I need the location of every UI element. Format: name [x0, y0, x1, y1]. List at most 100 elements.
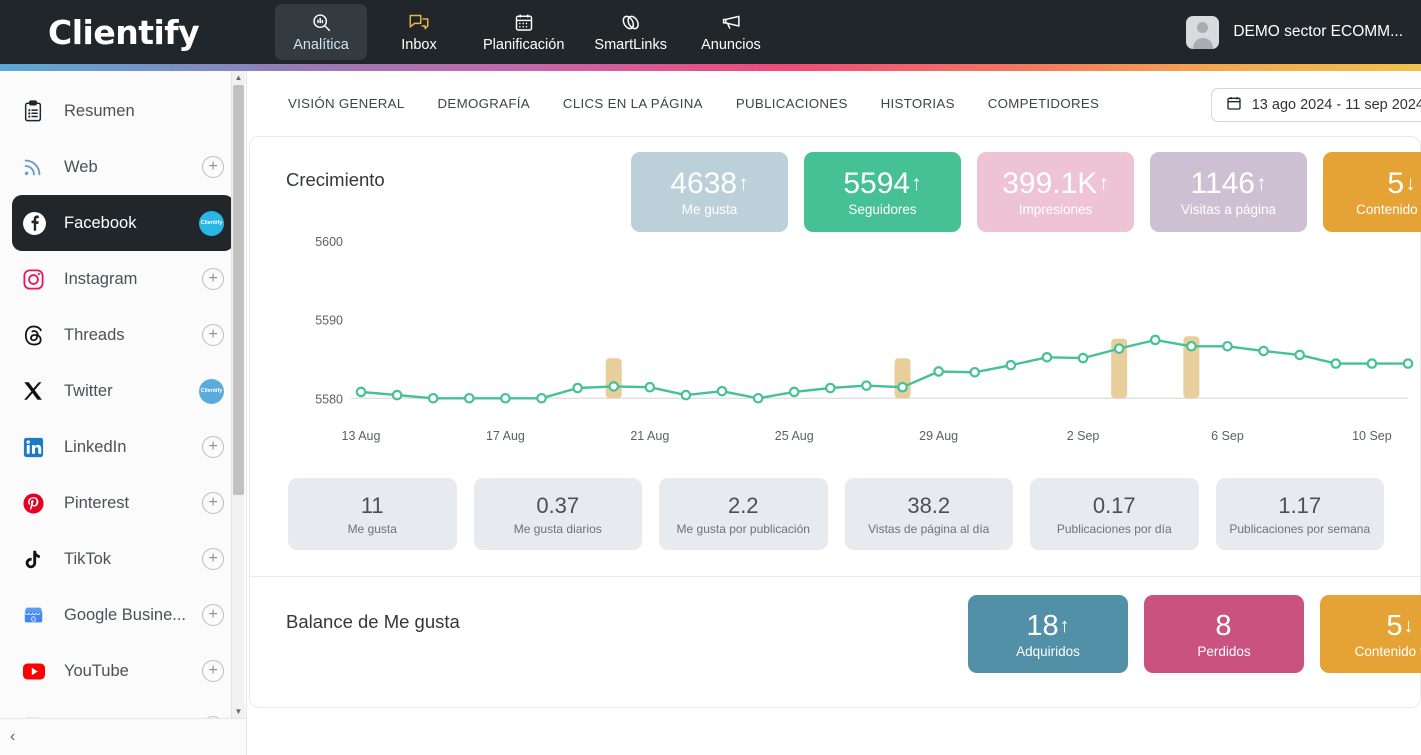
- add-threads-account-button[interactable]: +: [202, 324, 224, 346]
- kpi-label: Me gusta: [682, 202, 738, 217]
- sidebar-item-facebook[interactable]: Facebook Clientify: [12, 195, 234, 251]
- kpi-card-perdidos[interactable]: 8 Perdidos: [1144, 595, 1304, 673]
- kpi-value: 4638↑: [670, 167, 748, 201]
- add-web-account-button[interactable]: +: [202, 156, 224, 178]
- color-gradient-divider: [0, 64, 1421, 71]
- sidebar-item-threads[interactable]: Threads +: [12, 307, 234, 363]
- tab-demografia[interactable]: DEMOGRAFÍA: [438, 96, 530, 111]
- stat-card-me-gusta-por-publicacion: 2.2 Me gusta por publicación: [659, 478, 828, 550]
- add-linkedin-account-button[interactable]: +: [202, 436, 224, 458]
- sidebar-collapse-bar[interactable]: ‹: [0, 718, 247, 755]
- section-tabs: VISIÓN GENERAL DEMOGRAFÍA CLICS EN LA PÁ…: [247, 71, 1421, 136]
- analytics-magnifier-icon: [311, 12, 332, 34]
- svg-text:13 Aug: 13 Aug: [342, 429, 381, 443]
- sidebar-scrollbar[interactable]: ▲ ▼: [231, 71, 244, 718]
- sidebar-item-tiktok[interactable]: TikTok +: [12, 531, 234, 587]
- calendar-icon: [1226, 95, 1242, 115]
- analytics-panel: Crecimiento 4638↑ Me gusta 5594↑ Seguido…: [249, 136, 1421, 708]
- add-pinterest-account-button[interactable]: +: [202, 492, 224, 514]
- svg-text:17 Aug: 17 Aug: [486, 429, 525, 443]
- sidebar-item-label: Instagram: [64, 270, 202, 289]
- tab-publicaciones[interactable]: PUBLICACIONES: [736, 96, 848, 111]
- pinterest-icon: [22, 488, 58, 518]
- svg-text:5590: 5590: [315, 314, 343, 328]
- sidebar-item-pinterest[interactable]: Pinterest +: [12, 475, 234, 531]
- kpi-label: Visitas a página: [1181, 202, 1276, 217]
- nav-item-planificacion[interactable]: Planificación: [471, 4, 576, 60]
- sidebar-item-twitter[interactable]: Twitter Clientify: [12, 363, 234, 419]
- sidebar-item-label: Resumen: [64, 102, 224, 121]
- scroll-up-arrow-icon[interactable]: ▲: [232, 71, 245, 84]
- top-header-bar: Clientify Analítica Inbox: [0, 0, 1421, 64]
- date-range-picker[interactable]: 13 ago 2024 - 11 sep 2024: [1211, 88, 1421, 122]
- add-youtube-account-button[interactable]: +: [202, 660, 224, 682]
- sidebar-item-linkedin[interactable]: LinkedIn +: [12, 419, 234, 475]
- rss-icon: [22, 152, 58, 182]
- user-account-menu[interactable]: DEMO sector ECOMM...: [1186, 0, 1421, 64]
- sidebar-item-youtube[interactable]: YouTube +: [12, 643, 234, 699]
- sidebar-item-web[interactable]: Web +: [12, 139, 234, 195]
- svg-text:5600: 5600: [315, 235, 343, 249]
- calendar-icon: [514, 12, 534, 34]
- trend-up-arrow-icon: ↑: [738, 172, 749, 196]
- kpi-card-adquiridos[interactable]: 18↑ Adquiridos: [968, 595, 1128, 673]
- sidebar-item-label: Pinterest: [64, 494, 202, 513]
- google-business-icon: G: [22, 600, 58, 630]
- likes-balance-kpi-row: 18↑ Adquiridos 8 Perdidos 5↓ Contenido t…: [968, 595, 1421, 673]
- stat-label: Publicaciones por semana: [1229, 522, 1370, 536]
- main-content: VISIÓN GENERAL DEMOGRAFÍA CLICS EN LA PÁ…: [247, 71, 1421, 755]
- kpi-value: 5594↑: [843, 167, 921, 201]
- sidebar-item-resumen[interactable]: Resumen: [12, 83, 234, 139]
- sidebar-item-list: Resumen Web + Facebook C: [0, 71, 246, 718]
- nav-item-anuncios[interactable]: Anuncios: [685, 4, 777, 60]
- stat-label: Me gusta: [348, 522, 397, 536]
- growth-chart[interactable]: 55805590560013 Aug17 Aug21 Aug25 Aug29 A…: [286, 217, 1384, 452]
- sidebar-item-label: YouTube: [64, 662, 202, 681]
- sidebar-item-label: Twitter: [64, 382, 199, 401]
- kpi-label: Seguidores: [848, 202, 916, 217]
- sidebar-item-partial-next[interactable]: +: [12, 699, 234, 718]
- sidebar-item-google-business[interactable]: G Google Busine... +: [12, 587, 234, 643]
- stat-card-publicaciones-por-dia: 0.17 Publicaciones por día: [1030, 478, 1199, 550]
- stat-value: 2.2: [728, 493, 759, 519]
- stat-card-me-gusta: 11 Me gusta: [288, 478, 457, 550]
- trend-down-arrow-icon: ↓: [1405, 172, 1416, 196]
- nav-label: Anuncios: [701, 37, 761, 53]
- add-tiktok-account-button[interactable]: +: [202, 548, 224, 570]
- growth-section: Crecimiento 4638↑ Me gusta 5594↑ Seguido…: [250, 137, 1420, 576]
- add-google-business-account-button[interactable]: +: [202, 604, 224, 626]
- nav-item-analitica[interactable]: Analítica: [275, 4, 367, 60]
- clipboard-icon: [22, 96, 58, 126]
- svg-text:29 Aug: 29 Aug: [919, 429, 958, 443]
- chevron-left-icon[interactable]: ‹: [10, 728, 15, 746]
- tab-competidores[interactable]: COMPETIDORES: [988, 96, 1099, 111]
- sidebar-item-instagram[interactable]: Instagram +: [12, 251, 234, 307]
- kpi-card-contenido-total-balance[interactable]: 5↓ Contenido total: [1320, 595, 1421, 673]
- nav-label: Planificación: [483, 37, 564, 53]
- add-instagram-account-button[interactable]: +: [202, 268, 224, 290]
- svg-text:21 Aug: 21 Aug: [630, 429, 669, 443]
- tab-vision-general[interactable]: VISIÓN GENERAL: [288, 96, 405, 111]
- nav-item-smartlinks[interactable]: SmartLinks: [582, 4, 679, 60]
- stat-value: 38.2: [907, 493, 950, 519]
- trend-up-arrow-icon: ↑: [1256, 172, 1267, 196]
- megaphone-icon: [720, 12, 742, 34]
- tiktok-icon: [22, 544, 58, 574]
- tab-clics-en-la-pagina[interactable]: CLICS EN LA PÁGINA: [563, 96, 703, 111]
- kpi-value: 1146↑: [1190, 167, 1266, 201]
- app-logo[interactable]: Clientify: [0, 0, 275, 64]
- scrollbar-thumb[interactable]: [233, 85, 244, 495]
- sidebar-item-label: TikTok: [64, 550, 202, 569]
- stat-label: Me gusta por publicación: [677, 522, 810, 536]
- nav-item-inbox[interactable]: Inbox: [373, 4, 465, 60]
- scroll-down-arrow-icon[interactable]: ▼: [232, 705, 245, 718]
- chat-bubbles-icon: [408, 12, 430, 34]
- youtube-icon: [22, 656, 58, 686]
- kpi-value: 5↓: [1387, 167, 1415, 201]
- stat-card-publicaciones-por-semana: 1.17 Publicaciones por semana: [1216, 478, 1385, 550]
- tab-historias[interactable]: HISTORIAS: [881, 96, 955, 111]
- trend-up-arrow-icon: ↑: [911, 172, 922, 196]
- stat-value: 1.17: [1278, 493, 1321, 519]
- svg-text:10 Sep: 10 Sep: [1352, 429, 1392, 443]
- likes-balance-section: Balance de Me gusta 18↑ Adquiridos 8 Per…: [250, 577, 1420, 707]
